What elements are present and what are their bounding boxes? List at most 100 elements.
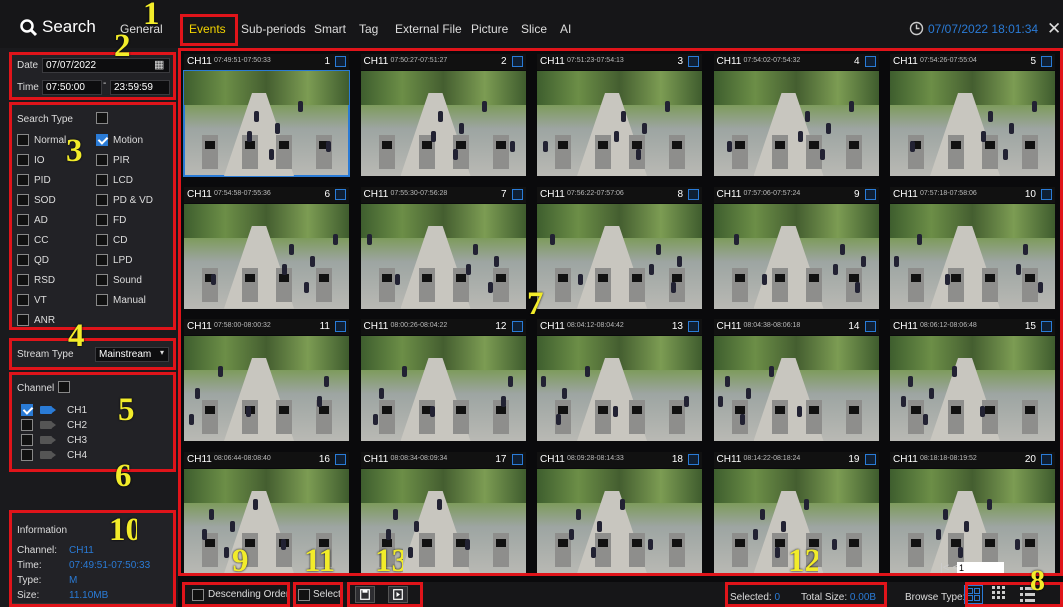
search-type-checkbox[interactable]	[17, 274, 29, 286]
thumbnail-checkbox[interactable]	[1041, 453, 1052, 465]
event-thumbnail[interactable]: CH11 07:55:30-07:56:28 7	[360, 186, 526, 309]
search-type-checkbox[interactable]	[17, 154, 29, 166]
list-view-icon[interactable]	[1020, 586, 1036, 602]
search-type-checkbox[interactable]	[96, 134, 108, 146]
search-type-checkbox[interactable]	[96, 154, 108, 166]
thumbnail-checkbox[interactable]	[864, 188, 876, 200]
thumbnail-checkbox[interactable]	[688, 188, 699, 200]
search-type-checkbox[interactable]	[96, 214, 108, 226]
search-type-checkbox[interactable]	[96, 234, 108, 246]
thumbnail-time-range: 08:08:34-08:09:34	[390, 454, 448, 462]
search-type-checkbox[interactable]	[17, 174, 29, 186]
dense-grid-view-icon[interactable]	[992, 586, 1010, 603]
search-type-checkbox[interactable]	[96, 274, 108, 286]
search-type-checkbox[interactable]	[17, 294, 29, 306]
search-type-checkbox[interactable]	[96, 294, 108, 306]
tab-tag[interactable]: Tag	[359, 22, 378, 36]
thumbnail-number: 15	[1024, 321, 1036, 332]
channel-checkbox[interactable]	[21, 434, 33, 446]
event-thumbnail[interactable]: CH11 07:51:23-07:54:13 3	[537, 54, 702, 176]
pager-prev-icon[interactable]: |< <	[940, 562, 959, 574]
event-thumbnail[interactable]: CH11 08:06:12-08:06:48 15	[890, 319, 1055, 441]
play-button[interactable]	[388, 586, 408, 603]
search-type-checkbox[interactable]	[17, 254, 29, 266]
save-button[interactable]	[355, 586, 375, 603]
thumbnail-checkbox[interactable]	[688, 453, 699, 465]
thumbnail-checkbox[interactable]	[511, 56, 523, 67]
thumbnail-checkbox[interactable]	[864, 321, 876, 332]
calendar-icon[interactable]: ▦	[154, 58, 164, 71]
thumbnail-checkbox[interactable]	[511, 188, 523, 200]
search-type-checkbox[interactable]	[17, 314, 29, 326]
event-thumbnail[interactable]: CH11 08:06:44-08:08:40 16	[184, 451, 349, 574]
search-type-checkbox[interactable]	[17, 234, 29, 246]
thumbnail-checkbox[interactable]	[511, 453, 523, 465]
thumbnail-checkbox[interactable]	[688, 56, 699, 67]
chevron-down-icon[interactable]: ▾	[160, 348, 164, 357]
channel-checkbox[interactable]	[21, 404, 33, 416]
event-thumbnail[interactable]: CH11 07:54:02-07:54:32 4	[713, 54, 879, 176]
start-time-field[interactable]: 07:50:00	[42, 80, 102, 95]
page-number-field[interactable]: 1	[957, 562, 1004, 575]
search-type-checkbox[interactable]	[17, 134, 29, 146]
thumbnail-checkbox[interactable]	[1041, 56, 1052, 67]
scene-turnstile	[1022, 400, 1038, 434]
thumbnail-checkbox[interactable]	[864, 56, 876, 67]
event-thumbnail[interactable]: CH11 07:54:26-07:55:04 5	[890, 54, 1055, 176]
event-thumbnail[interactable]: CH11 08:08:34-08:09:34 17	[360, 451, 526, 574]
channel-checkbox[interactable]	[21, 449, 33, 461]
event-thumbnail[interactable]: CH11 07:49:51-07:50:33 1	[183, 54, 350, 177]
thumbnail-checkbox[interactable]	[335, 56, 346, 67]
search-type-checkbox[interactable]	[96, 194, 108, 206]
tab-external-file[interactable]: External File	[395, 22, 462, 36]
event-thumbnail[interactable]: CH11 08:04:38-08:06:18 14	[713, 319, 879, 441]
channel-checkbox[interactable]	[21, 419, 33, 431]
event-thumbnail[interactable]: CH11 08:09:28-08:14:33 18	[537, 451, 702, 574]
search-type-checkbox[interactable]	[17, 214, 29, 226]
tab-sub-periods[interactable]: Sub-periods	[241, 22, 306, 36]
thumbnail-checkbox[interactable]	[335, 188, 346, 200]
search-type-checkbox[interactable]	[17, 194, 29, 206]
event-thumbnail[interactable]: CH11 08:04:12-08:04:42 13	[537, 319, 702, 441]
end-time-field[interactable]: 23:59:59	[110, 80, 170, 95]
thumbnail-checkbox[interactable]	[335, 453, 346, 465]
thumbnail-image	[537, 468, 702, 574]
thumbnail-checkbox[interactable]	[1041, 321, 1052, 332]
tab-events[interactable]: Events	[189, 22, 226, 36]
scene-person	[648, 538, 653, 550]
select-all-checkbox[interactable]	[298, 589, 310, 601]
tab-ai[interactable]: AI	[560, 22, 571, 36]
close-icon[interactable]: ✕	[1047, 19, 1061, 39]
event-thumbnail[interactable]: CH11 07:56:22-07:57:06 8	[537, 186, 702, 309]
thumbnail-checkbox[interactable]	[688, 321, 699, 332]
scene-turnstile	[242, 532, 258, 567]
event-thumbnail[interactable]: CH11 07:50:27-07:51:27 2	[360, 54, 526, 176]
event-thumbnail[interactable]: CH11 07:58:00-08:00:32 11	[184, 319, 349, 441]
event-thumbnail[interactable]: CH11 07:57:18-07:58:06 10	[890, 186, 1055, 309]
event-thumbnail[interactable]: CH11 08:14:22-08:18:24 19	[713, 451, 879, 574]
thumbnail-checkbox[interactable]	[511, 321, 523, 332]
thumbnail-checkbox[interactable]	[1041, 188, 1052, 200]
event-thumbnail[interactable]: CH11 08:18:18-08:19:52 20	[890, 451, 1055, 574]
information-value: CH11	[69, 545, 94, 556]
tab-slice[interactable]: Slice	[521, 22, 547, 36]
event-thumbnail[interactable]: CH11 07:57:06-07:57:24 9	[713, 186, 879, 309]
date-field[interactable]: 07/07/2022	[42, 58, 170, 73]
scene-person	[684, 396, 689, 407]
tab-smart[interactable]: Smart	[314, 22, 346, 36]
scene-person	[717, 396, 723, 407]
search-type-select-all-checkbox[interactable]	[96, 112, 108, 124]
thumbnail-checkbox[interactable]	[335, 321, 346, 332]
grid-view-icon[interactable]	[964, 585, 983, 604]
descending-order-checkbox[interactable]	[192, 589, 204, 601]
thumbnail-image	[890, 71, 1055, 176]
search-type-checkbox[interactable]	[96, 254, 108, 266]
thumbnail-checkbox[interactable]	[864, 453, 876, 465]
channel-select-all-checkbox[interactable]	[58, 381, 70, 393]
event-thumbnail[interactable]: CH11 08:00:26-08:04:22 12	[360, 319, 526, 441]
search-type-checkbox[interactable]	[96, 174, 108, 186]
event-thumbnail[interactable]: CH11 07:54:58-07:55:36 6	[184, 186, 349, 309]
stream-type-select[interactable]: Mainstream	[95, 347, 169, 362]
tab-general[interactable]: General	[120, 22, 163, 36]
tab-picture[interactable]: Picture	[471, 22, 508, 36]
